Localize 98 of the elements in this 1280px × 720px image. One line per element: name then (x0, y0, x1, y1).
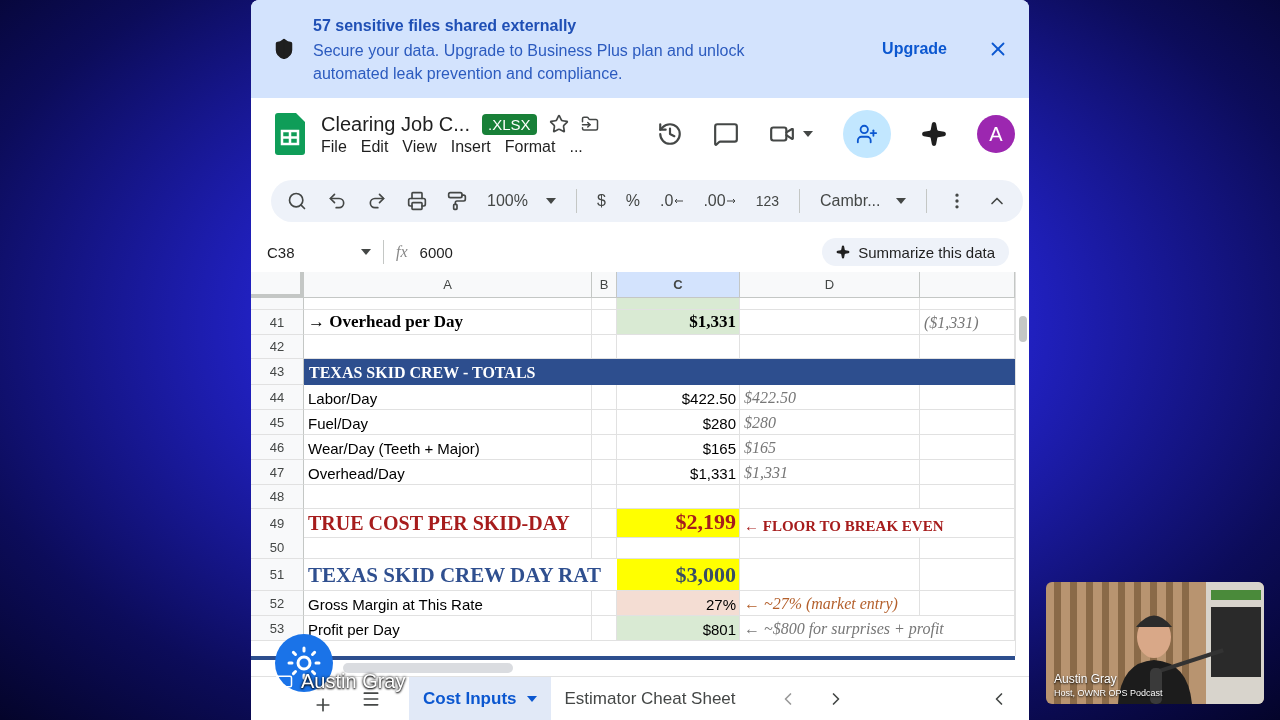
caret-icon (545, 198, 556, 204)
menu-item[interactable]: Edit (360, 137, 389, 156)
sparkle-icon[interactable] (921, 121, 947, 147)
number-format-button[interactable]: 123 (755, 193, 779, 209)
table-cell (592, 410, 617, 435)
table-cell (592, 485, 617, 509)
table-cell (592, 435, 617, 460)
upgrade-button[interactable]: Upgrade (876, 36, 953, 62)
table-cell: Fuel/Day (304, 410, 592, 435)
move-icon[interactable] (580, 115, 599, 133)
search-icon[interactable] (287, 191, 307, 211)
banner-message: Secure your data. Upgrade to Business Plus plan and unlock automated leak prevention and compliance. (313, 40, 746, 84)
decrease-decimals-button[interactable]: .0 (660, 192, 684, 210)
table-cell: TEXAS SKID CREW DAY RAT (304, 559, 617, 591)
spreadsheet-logo-icon[interactable] (275, 113, 305, 155)
share-button[interactable] (843, 110, 891, 158)
caret-icon (361, 249, 371, 255)
star-icon[interactable] (548, 114, 569, 134)
table-cell (592, 537, 617, 559)
table-cell (592, 460, 617, 485)
table-cell: $2,199 (617, 509, 740, 538)
percent-button[interactable]: % (625, 192, 641, 210)
shield-icon (273, 38, 295, 60)
section-header: TEXAS SKID CREW - TOTALS (304, 359, 1015, 385)
table-cell: 27% (617, 591, 740, 616)
summarize-button[interactable]: Summarize this data (822, 238, 1009, 266)
table-cell: TRUE COST PER SKID-DAY (304, 509, 592, 538)
banner-title: 57 sensitive files shared externally (313, 15, 578, 36)
print-icon[interactable] (407, 191, 427, 211)
table-cell: $165 (740, 435, 920, 460)
speaker-name: Austin Gray (1054, 672, 1118, 686)
table-cell: Labor/Day (304, 385, 592, 410)
caret-icon (896, 198, 907, 204)
column-header[interactable]: D (740, 272, 920, 298)
row-number: 45 (251, 410, 304, 435)
table-cell: $801 (617, 616, 740, 641)
table-cell: $3,000 (617, 559, 740, 591)
undo-icon[interactable] (327, 191, 347, 211)
zoom-dropdown[interactable]: 100% (487, 192, 556, 210)
font-dropdown[interactable]: Cambr... (820, 192, 907, 210)
table-cell: $165 (617, 435, 740, 460)
file-type-tag: .XLSX (481, 113, 537, 135)
table-cell: $1,331 (617, 460, 740, 485)
row-number: 48 (251, 485, 304, 509)
arrow-right-icon (726, 198, 736, 204)
table-cell: ← FLOOR TO BREAK EVEN (740, 509, 1015, 538)
menu-item[interactable]: ... (569, 137, 583, 156)
menu-item[interactable]: Format (504, 137, 556, 156)
caret-icon (526, 695, 537, 702)
row-number: 44 (251, 385, 304, 410)
history-icon[interactable] (657, 121, 683, 147)
row-number: 50 (251, 537, 304, 559)
table-cell: Gross Margin at This Rate (304, 591, 592, 616)
function-label: fx (396, 243, 408, 261)
row-number: 49 (251, 509, 304, 538)
table-cell: Overhead/Day (304, 460, 592, 485)
table-cell: ← ~$800 for surprises + profit (740, 616, 1015, 641)
redo-icon[interactable] (367, 191, 387, 211)
scrollbar-thumb[interactable] (343, 663, 513, 673)
currency-button[interactable]: $ (596, 192, 606, 210)
table-cell: $422.50 (617, 385, 740, 410)
table-cell: $1,331 (617, 310, 740, 335)
table-cell: $280 (740, 410, 920, 435)
column-header[interactable]: C (617, 272, 740, 298)
row-number: 41 (251, 310, 304, 335)
table-cell: Wear/Day (Teeth + Major) (304, 435, 592, 460)
table-cell: → Overhead per Day (304, 310, 592, 335)
menu-item[interactable]: File (321, 137, 347, 156)
caret-icon (803, 131, 813, 137)
increase-decimals-button[interactable]: .00 (703, 192, 736, 210)
table-cell: $422.50 (740, 385, 920, 410)
sheet-tab[interactable]: Estimator Cheat Sheet (550, 676, 750, 720)
formula-value[interactable]: 6000 (419, 243, 453, 261)
scrollbar-thumb[interactable] (1019, 316, 1027, 342)
cell-reference[interactable]: C38 (267, 243, 295, 261)
table-cell: $280 (617, 410, 740, 435)
person-plus-icon (856, 123, 878, 145)
table-cell: ← ~27% (market entry) (740, 591, 920, 616)
paint-format-icon[interactable] (447, 191, 467, 211)
row-number: 52 (251, 591, 304, 616)
row-number: 42 (251, 335, 304, 359)
document-title[interactable]: Clearing Job C... (321, 112, 470, 136)
row-number: 53 (251, 616, 304, 641)
sparkle-icon (836, 245, 851, 259)
menu-item[interactable]: View (402, 137, 437, 156)
table-cell (592, 385, 617, 410)
arrow-left-icon (674, 198, 684, 204)
row-number: 51 (251, 559, 304, 591)
row-number: 43 (251, 359, 304, 385)
row-number: 46 (251, 435, 304, 460)
menu-item[interactable]: Insert (450, 137, 491, 156)
column-header[interactable]: A (304, 272, 592, 298)
column-header[interactable]: B (592, 272, 617, 298)
account-avatar[interactable]: A (977, 115, 1015, 153)
comment-icon[interactable] (713, 121, 739, 147)
table-cell: $1,331 (740, 460, 920, 485)
sheet-tab[interactable]: Cost Inputs (409, 676, 551, 720)
row-number: 47 (251, 460, 304, 485)
